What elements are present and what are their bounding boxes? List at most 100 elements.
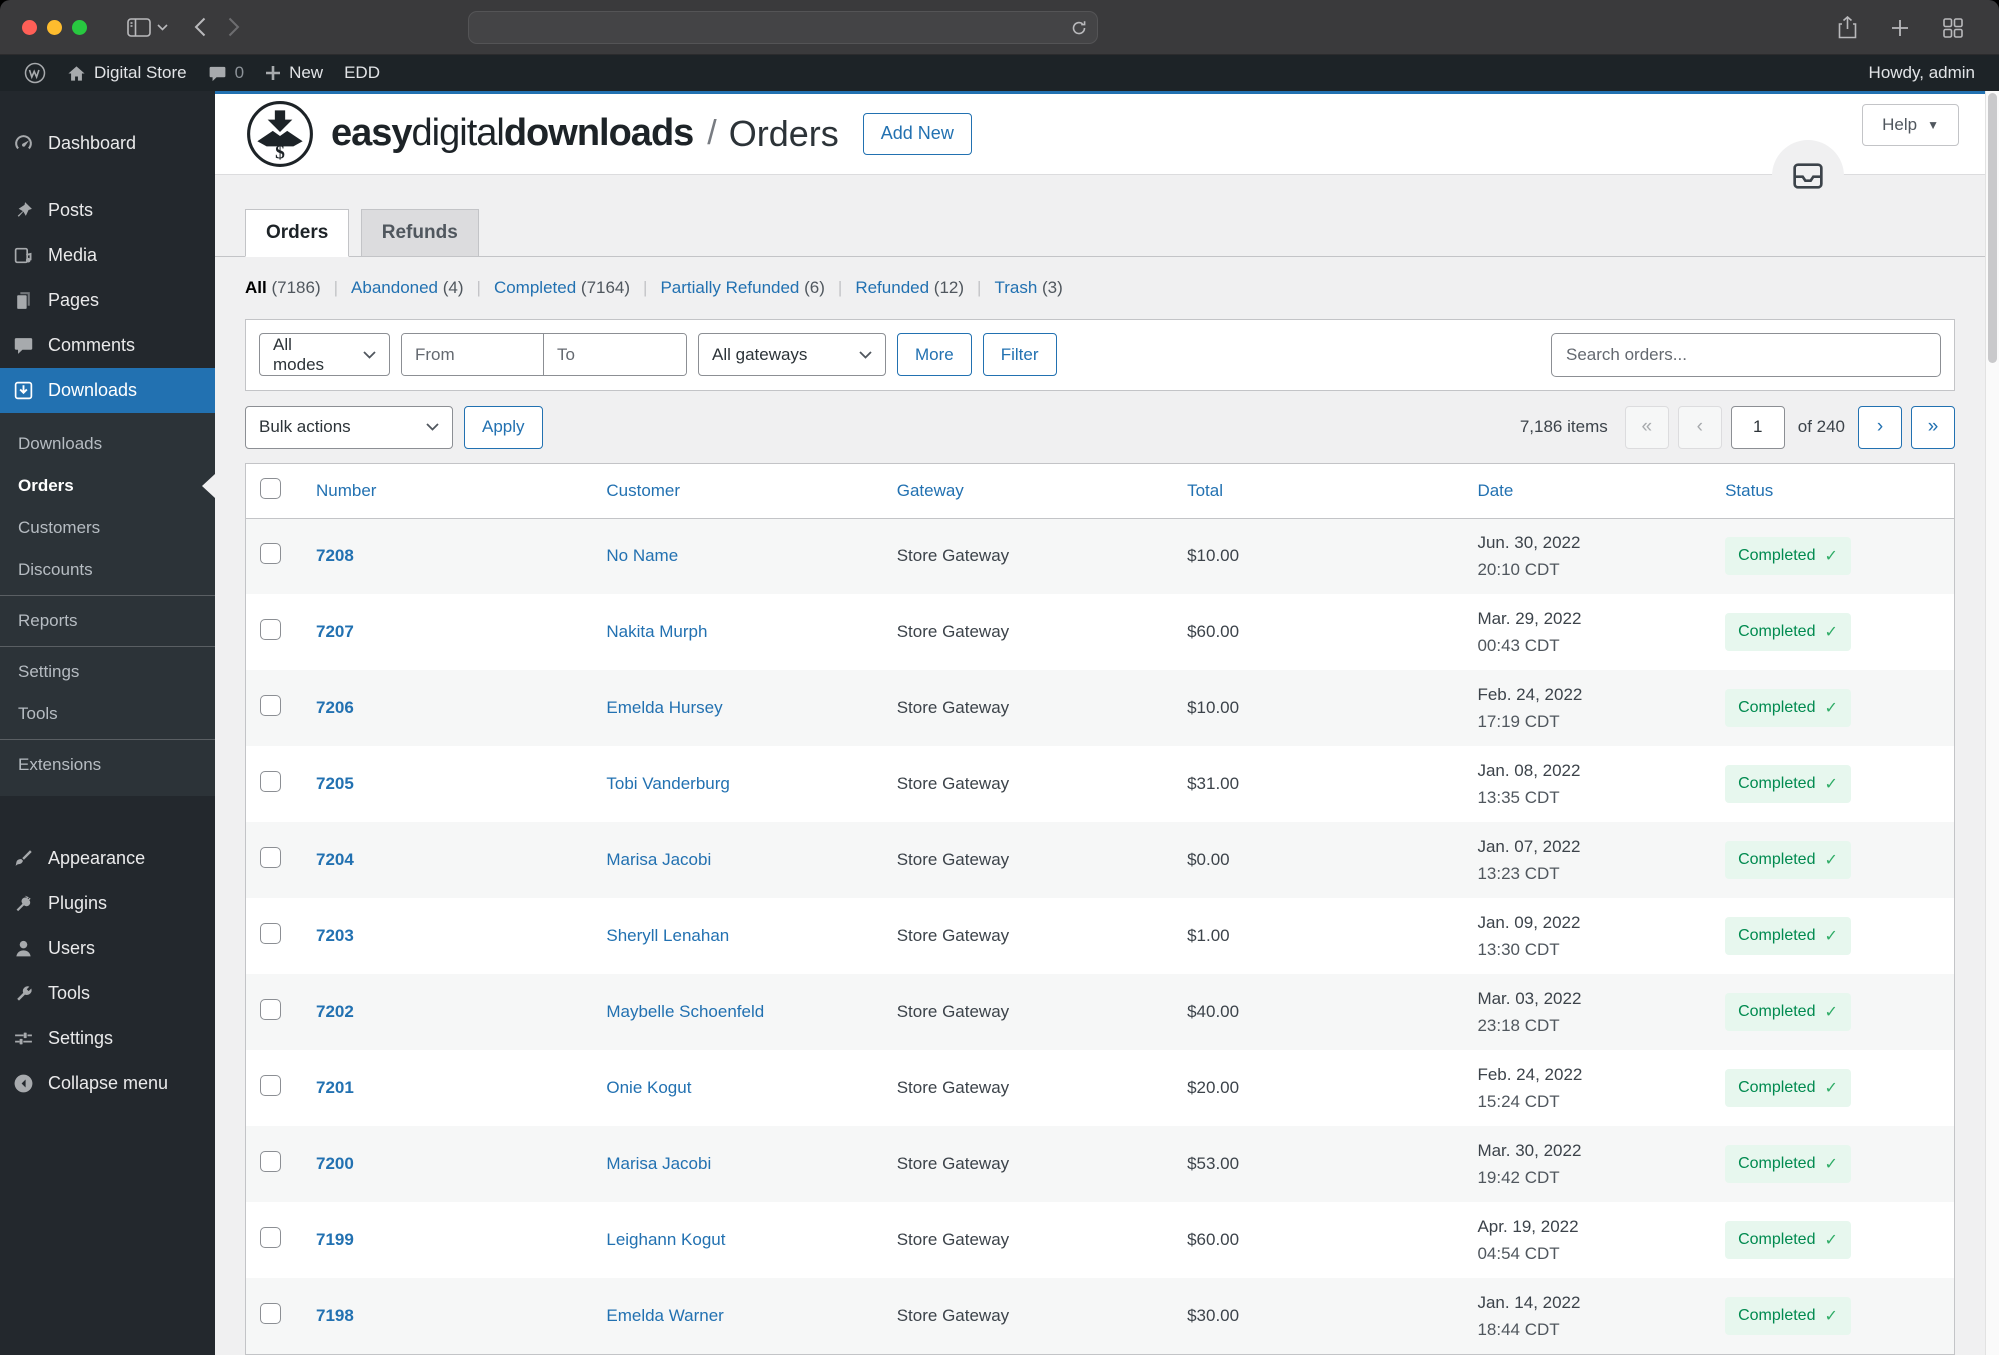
edd-admin-bar-link[interactable]: EDD bbox=[338, 55, 386, 91]
minimize-window-button[interactable] bbox=[47, 19, 62, 35]
filter-partially-refunded[interactable]: Partially Refunded bbox=[660, 278, 799, 297]
apply-button[interactable]: Apply bbox=[464, 405, 543, 449]
sort-status[interactable]: Status bbox=[1725, 481, 1773, 500]
first-page-button[interactable]: « bbox=[1624, 405, 1669, 449]
prev-page-button[interactable]: ‹ bbox=[1677, 405, 1722, 449]
account-link[interactable]: Howdy, admin bbox=[1863, 55, 1981, 91]
sort-gateway[interactable]: Gateway bbox=[897, 481, 964, 500]
close-window-button[interactable] bbox=[22, 19, 37, 35]
help-button[interactable]: Help ▼ bbox=[1862, 104, 1959, 147]
order-number-link[interactable]: 7208 bbox=[316, 546, 354, 565]
row-checkbox[interactable] bbox=[260, 543, 281, 565]
inbox-button[interactable] bbox=[1772, 140, 1844, 213]
scrollbar-thumb[interactable] bbox=[1988, 93, 1997, 363]
submenu-item-reports[interactable]: Reports bbox=[0, 600, 215, 642]
tab-refunds[interactable]: Refunds bbox=[360, 208, 479, 257]
new-content-link[interactable]: New bbox=[259, 55, 329, 91]
bulk-actions-select[interactable]: Bulk actions bbox=[245, 405, 453, 449]
submenu-item-discounts[interactable]: Discounts bbox=[0, 549, 215, 591]
refresh-icon[interactable] bbox=[1071, 20, 1087, 36]
filter-all[interactable]: All bbox=[245, 278, 267, 297]
mode-select[interactable]: All modes bbox=[259, 333, 390, 376]
share-icon[interactable] bbox=[1838, 16, 1857, 39]
customer-link[interactable]: Nakita Murph bbox=[606, 622, 707, 641]
order-number-link[interactable]: 7199 bbox=[316, 1230, 354, 1249]
order-number-link[interactable]: 7202 bbox=[316, 1002, 354, 1021]
collapse-menu-button[interactable]: Collapse menu bbox=[0, 1061, 215, 1106]
row-checkbox[interactable] bbox=[260, 619, 281, 640]
wp-logo-icon[interactable] bbox=[18, 55, 52, 91]
customer-link[interactable]: Tobi Vanderburg bbox=[606, 774, 730, 793]
sort-number[interactable]: Number bbox=[316, 481, 376, 500]
zoom-window-button[interactable] bbox=[72, 19, 87, 35]
row-checkbox[interactable] bbox=[260, 695, 281, 716]
sidebar-item-plugins[interactable]: Plugins bbox=[0, 881, 215, 926]
order-number-link[interactable]: 7206 bbox=[316, 698, 354, 717]
customer-link[interactable]: No Name bbox=[606, 546, 678, 565]
filter-abandoned[interactable]: Abandoned bbox=[351, 278, 438, 297]
last-page-button[interactable]: » bbox=[1911, 405, 1955, 449]
filter-refunded[interactable]: Refunded bbox=[855, 278, 929, 297]
tab-orders[interactable]: Orders bbox=[245, 208, 350, 257]
customer-link[interactable]: Marisa Jacobi bbox=[606, 850, 711, 869]
order-number-link[interactable]: 7198 bbox=[316, 1306, 354, 1325]
search-orders-input[interactable] bbox=[1551, 332, 1941, 377]
sidebar-item-settings[interactable]: Settings bbox=[0, 1016, 215, 1061]
order-number-link[interactable]: 7207 bbox=[316, 622, 354, 641]
row-checkbox[interactable] bbox=[260, 1303, 281, 1324]
gateway-select[interactable]: All gateways bbox=[698, 333, 886, 376]
sidebar-item-appearance[interactable]: Appearance bbox=[0, 836, 215, 881]
sort-customer[interactable]: Customer bbox=[606, 481, 680, 500]
customer-link[interactable]: Emelda Warner bbox=[606, 1306, 723, 1325]
sidebar-item-dashboard[interactable]: Dashboard bbox=[0, 121, 215, 166]
sidebar-item-users[interactable]: Users bbox=[0, 926, 215, 971]
customer-link[interactable]: Sheryll Lenahan bbox=[606, 926, 729, 945]
customer-link[interactable]: Emelda Hursey bbox=[606, 698, 722, 717]
sidebar-item-comments[interactable]: Comments bbox=[0, 323, 215, 368]
order-number-link[interactable]: 7205 bbox=[316, 774, 354, 793]
row-checkbox[interactable] bbox=[260, 923, 281, 944]
back-button[interactable] bbox=[194, 17, 206, 37]
filter-button[interactable]: Filter bbox=[982, 333, 1057, 376]
select-all-checkbox[interactable] bbox=[260, 477, 281, 499]
order-number-link[interactable]: 7200 bbox=[316, 1154, 354, 1173]
add-new-button[interactable]: Add New bbox=[862, 112, 972, 155]
submenu-item-settings[interactable]: Settings bbox=[0, 651, 215, 693]
forward-button[interactable] bbox=[228, 17, 240, 37]
row-checkbox[interactable] bbox=[260, 771, 281, 792]
customer-link[interactable]: Leighann Kogut bbox=[606, 1230, 725, 1249]
customer-link[interactable]: Onie Kogut bbox=[606, 1078, 691, 1097]
submenu-item-extensions[interactable]: Extensions bbox=[0, 744, 215, 786]
current-page-input[interactable] bbox=[1730, 405, 1785, 449]
filter-completed[interactable]: Completed bbox=[494, 278, 576, 297]
submenu-item-customers[interactable]: Customers bbox=[0, 507, 215, 549]
row-checkbox[interactable] bbox=[260, 1151, 281, 1172]
tab-overview-icon[interactable] bbox=[1943, 17, 1963, 38]
customer-link[interactable]: Marisa Jacobi bbox=[606, 1154, 711, 1173]
address-bar[interactable] bbox=[468, 11, 1098, 44]
site-link[interactable]: Digital Store bbox=[61, 55, 193, 91]
order-number-link[interactable]: 7201 bbox=[316, 1078, 354, 1097]
chevron-down-icon[interactable] bbox=[157, 23, 168, 31]
sidebar-item-downloads[interactable]: Downloads bbox=[0, 368, 215, 413]
next-page-button[interactable]: › bbox=[1858, 405, 1902, 449]
page-scrollbar[interactable] bbox=[1985, 91, 1999, 1355]
date-from-input[interactable] bbox=[402, 334, 544, 375]
row-checkbox[interactable] bbox=[260, 1227, 281, 1248]
sort-date[interactable]: Date bbox=[1477, 481, 1513, 500]
filter-trash[interactable]: Trash bbox=[994, 278, 1037, 297]
row-checkbox[interactable] bbox=[260, 1075, 281, 1096]
sidebar-item-posts[interactable]: Posts bbox=[0, 188, 215, 233]
row-checkbox[interactable] bbox=[260, 847, 281, 868]
submenu-item-orders[interactable]: Orders bbox=[0, 465, 215, 507]
order-number-link[interactable]: 7204 bbox=[316, 850, 354, 869]
sort-total[interactable]: Total bbox=[1187, 481, 1223, 500]
customer-link[interactable]: Maybelle Schoenfeld bbox=[606, 1002, 764, 1021]
sidebar-item-media[interactable]: Media bbox=[0, 233, 215, 278]
date-to-input[interactable] bbox=[544, 334, 686, 375]
more-filters-button[interactable]: More bbox=[897, 333, 972, 376]
comments-link[interactable]: 0 bbox=[202, 55, 250, 91]
row-checkbox[interactable] bbox=[260, 999, 281, 1020]
order-number-link[interactable]: 7203 bbox=[316, 926, 354, 945]
sidebar-item-tools[interactable]: Tools bbox=[0, 971, 215, 1016]
